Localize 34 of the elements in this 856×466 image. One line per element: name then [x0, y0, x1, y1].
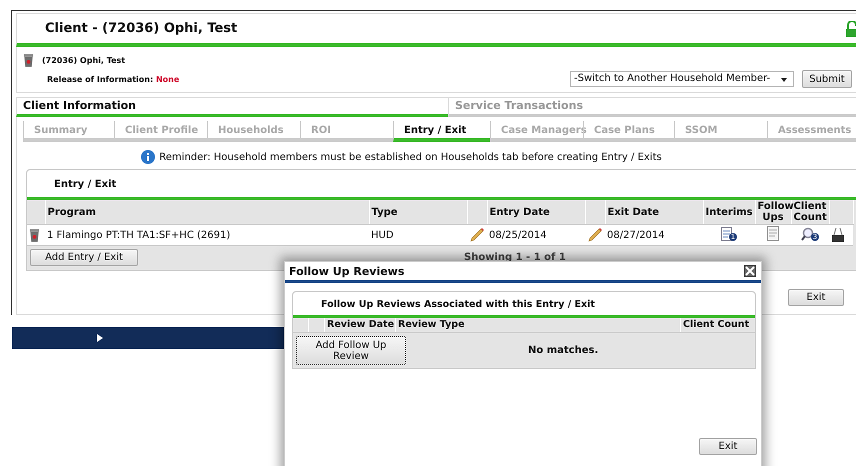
info-icon	[141, 150, 156, 164]
exit-button[interactable]: Exit	[788, 289, 844, 306]
column-header: Review Type	[397, 318, 466, 332]
exit-button[interactable]: Exit	[699, 438, 757, 455]
household-member-select[interactable]: -Switch to Another Household Member-	[570, 71, 794, 87]
padlock-icon[interactable]	[846, 20, 856, 36]
reminder-text: Reminder: Household members must be established on Households tab before creating Entry / Exits	[159, 152, 662, 162]
client-name: (72036) Ophi, Test	[42, 56, 126, 64]
binder-clip-icon[interactable]	[831, 227, 845, 243]
table-cell: 08/27/2014	[605, 224, 703, 246]
card-title: Follow Up Reviews Associated with this Entry / Exit	[321, 299, 595, 310]
column-header: Review Date	[325, 318, 396, 332]
add-follow-up-review-button[interactable]: Add Follow Up Review	[296, 336, 406, 365]
triangle-icon[interactable]	[97, 334, 103, 342]
column-header: Client Count	[680, 318, 755, 332]
table-cell: 08/25/2014	[487, 224, 585, 246]
document-icon[interactable]	[767, 226, 779, 241]
pagination-text: Showing 1 - 1 of 1	[464, 252, 566, 262]
submit-button[interactable]: Submit	[802, 70, 852, 88]
pencil-icon[interactable]	[469, 227, 485, 243]
pencil-icon[interactable]	[587, 227, 603, 243]
tab[interactable]: Entry / Exit	[393, 121, 490, 142]
table-cell: 1 Flamingo PT:TH TA1:SF+HC (2691)	[45, 224, 369, 246]
add-entry-exit-button[interactable]: Add Entry / Exit	[30, 248, 138, 266]
page-title: Client - (72036) Ophi, Test	[45, 21, 238, 36]
dialog-title: Follow Up Reviews	[289, 264, 406, 278]
empty-message: No matches.	[528, 345, 598, 356]
table-cell: HUD	[369, 224, 467, 246]
close-icon[interactable]	[744, 265, 756, 277]
section-tab[interactable]: Client Information	[16, 97, 448, 117]
client-icon	[29, 228, 40, 242]
release-of-information: Release of Information: None	[47, 74, 180, 84]
client-icon	[23, 52, 34, 68]
card-title: Entry / Exit	[54, 179, 116, 190]
